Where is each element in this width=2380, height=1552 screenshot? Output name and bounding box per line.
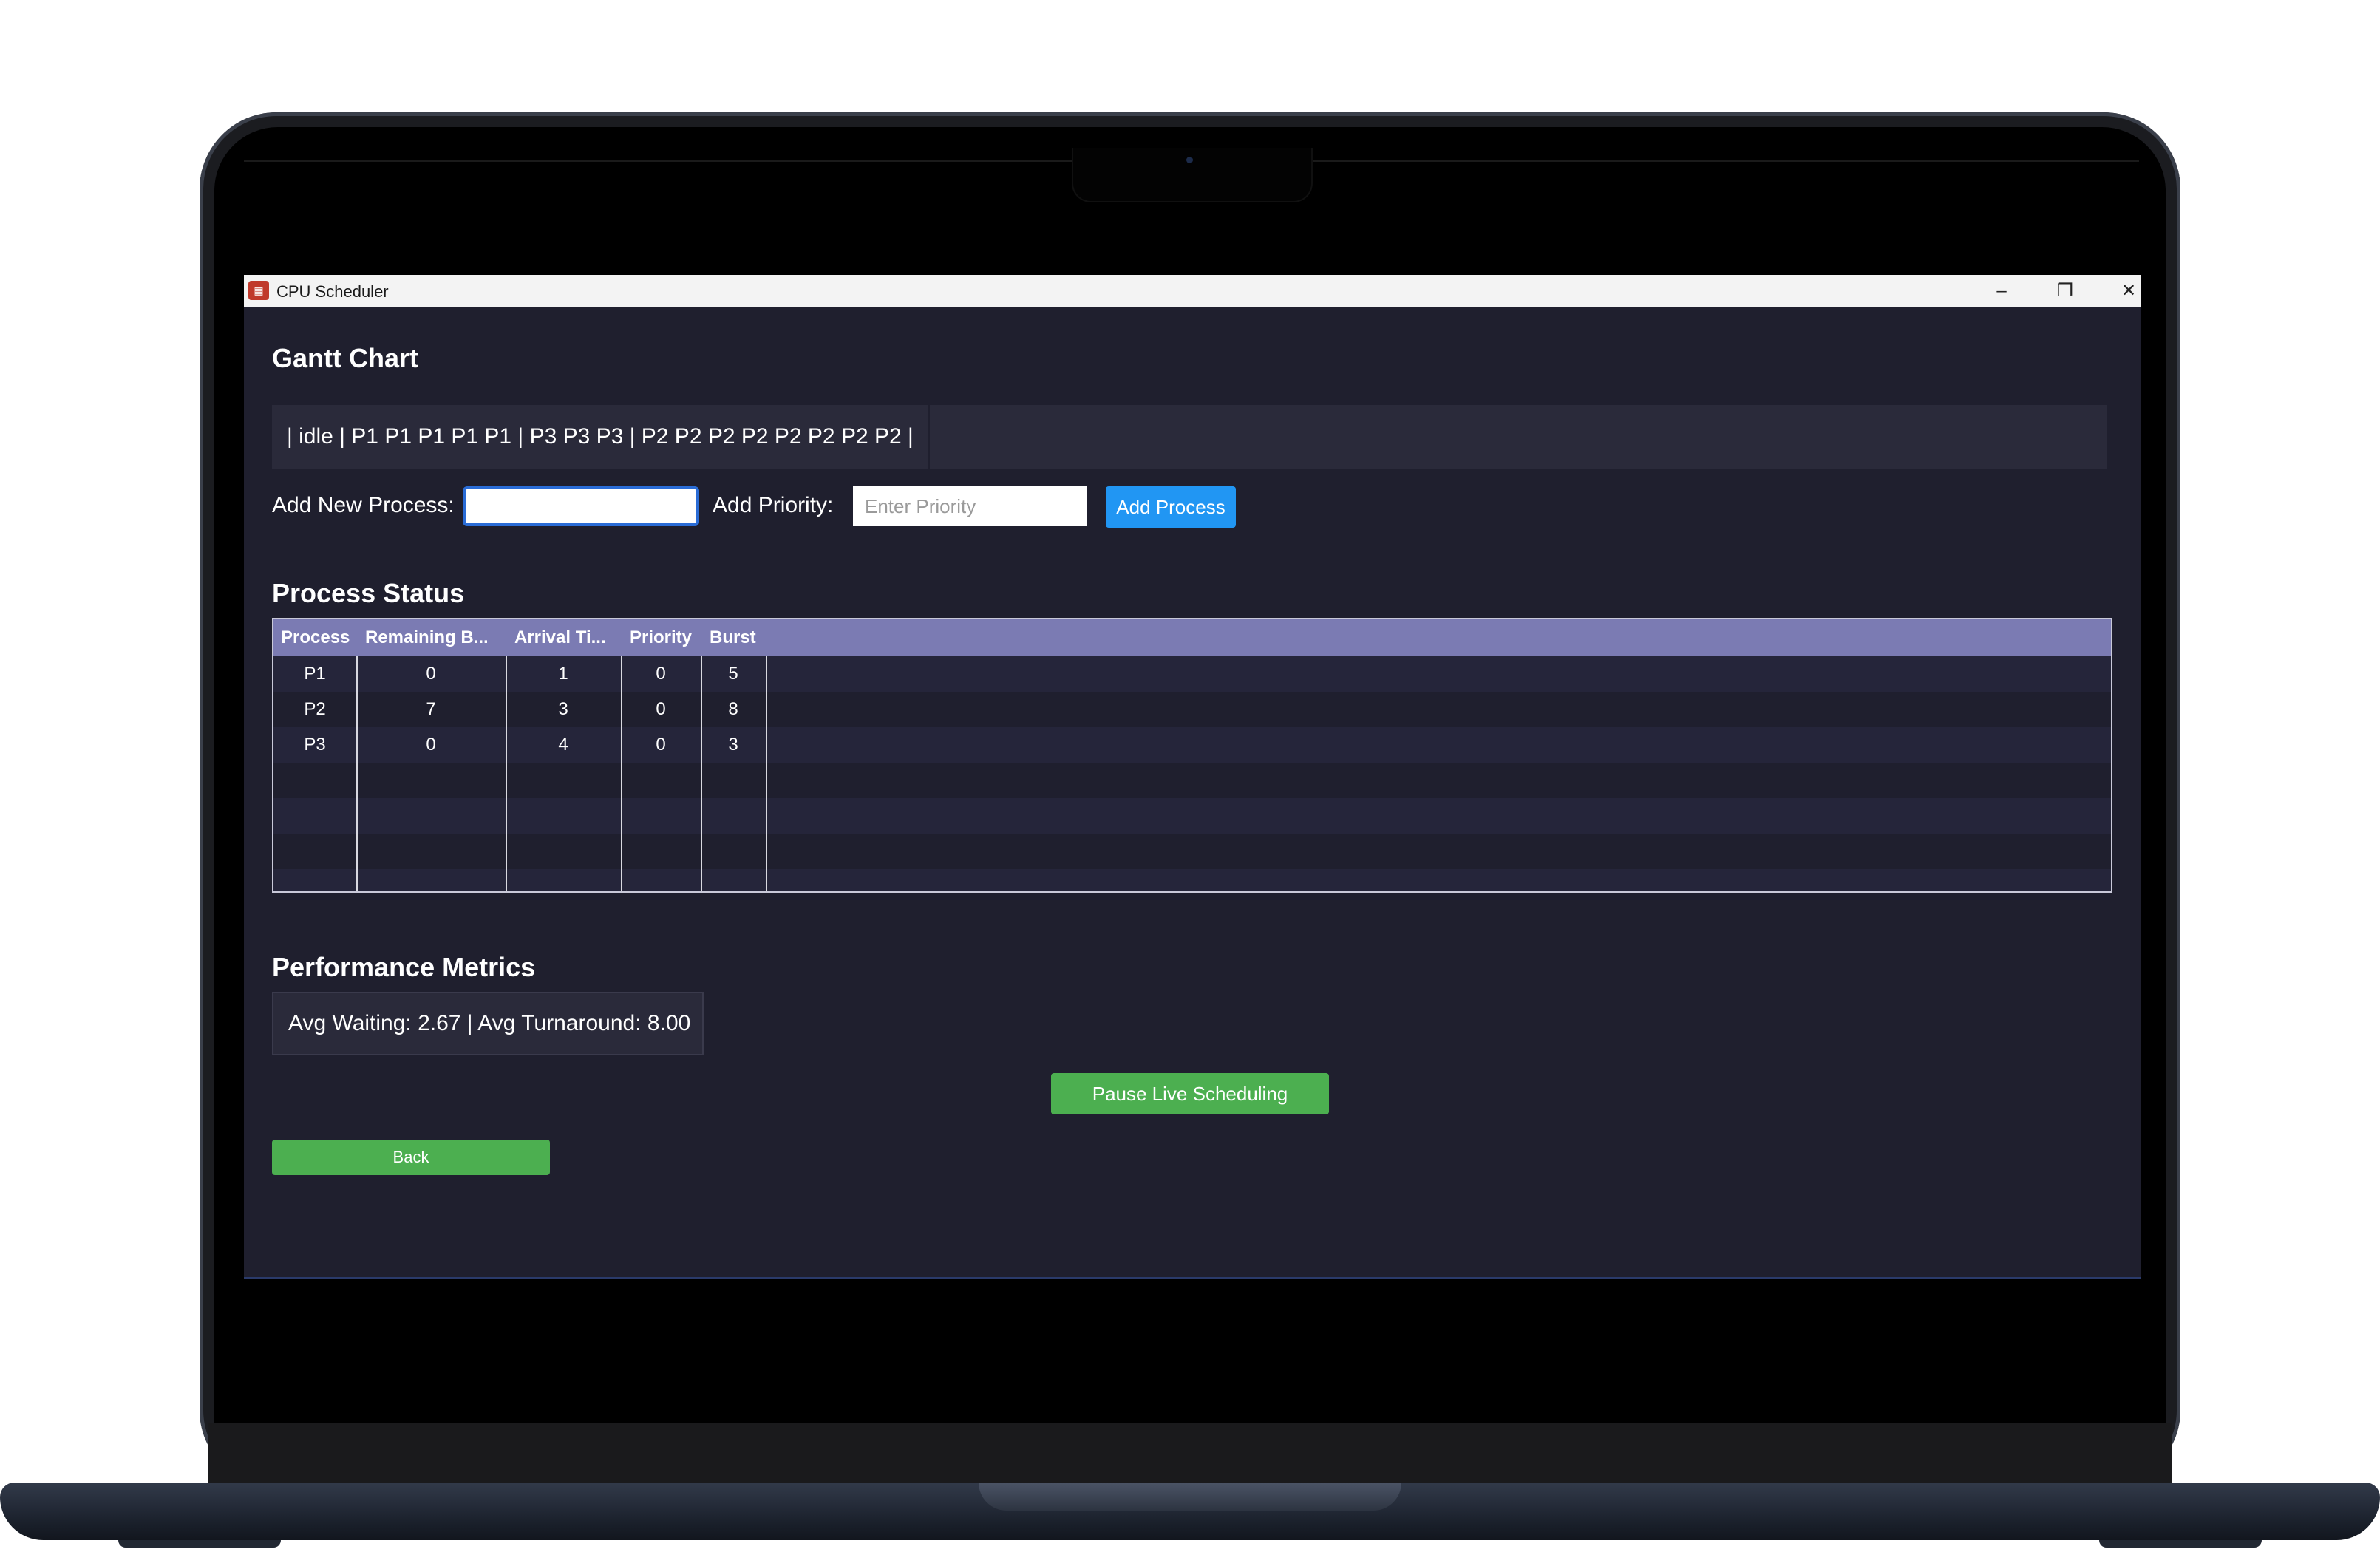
maximize-button[interactable]: ❐ — [2036, 275, 2095, 307]
cell-burst: 3 — [728, 735, 738, 755]
priority-input[interactable] — [853, 486, 1087, 526]
column-divider — [621, 656, 622, 891]
cell-arrival-time: 1 — [558, 664, 568, 684]
app-icon: ▦ — [248, 281, 269, 300]
column-header-process[interactable]: Process — [273, 619, 356, 656]
empty-row — [273, 869, 2111, 891]
window-title: CPU Scheduler — [276, 282, 389, 301]
metrics-summary: Avg Waiting: 2.67 | Avg Turnaround: 8.00 — [272, 992, 704, 1055]
column-divider — [766, 656, 767, 891]
app-window: ▦ CPU Scheduler – ❐ ✕ Gantt Chart | idle… — [244, 275, 2141, 1279]
title-bar[interactable]: ▦ CPU Scheduler – ❐ ✕ — [244, 275, 2141, 307]
gantt-sequence: | idle | P1 P1 P1 P1 P1 | P3 P3 P3 | P2 … — [272, 405, 930, 469]
cell-priority: 0 — [656, 735, 666, 755]
process-name-input[interactable] — [463, 486, 699, 526]
empty-row — [273, 834, 2111, 869]
column-header-burst[interactable]: Burst — [702, 619, 769, 656]
cell-arrival-time: 3 — [558, 699, 568, 719]
camera-icon — [1186, 157, 1193, 163]
cell-burst: 5 — [728, 664, 738, 684]
main-content: Gantt Chart | idle | P1 P1 P1 P1 P1 | P3… — [244, 307, 2141, 1277]
camera-notch — [1072, 148, 1313, 202]
table-row[interactable]: P2 7 3 0 8 — [273, 692, 2111, 727]
cell-remaining-burst: 0 — [426, 735, 436, 755]
metrics-heading: Performance Metrics — [272, 952, 536, 982]
process-status-heading: Process Status — [272, 578, 465, 608]
pause-live-scheduling-button[interactable]: Pause Live Scheduling — [1051, 1073, 1329, 1114]
cell-arrival-time: 4 — [558, 735, 568, 755]
trackpad-notch — [979, 1483, 1401, 1511]
cell-remaining-burst: 0 — [426, 664, 436, 684]
cell-process: P3 — [304, 735, 326, 755]
cell-process: P1 — [304, 664, 326, 684]
empty-row — [273, 763, 2111, 798]
column-header-remaining-burst[interactable]: Remaining B... — [358, 619, 503, 656]
cell-priority: 0 — [656, 699, 666, 719]
add-process-button[interactable]: Add Process — [1106, 486, 1236, 528]
cell-process: P2 — [304, 699, 326, 719]
gantt-panel: | idle | P1 P1 P1 P1 P1 | P3 P3 P3 | P2 … — [272, 405, 2107, 469]
minimize-button[interactable]: – — [1972, 275, 2031, 307]
column-header-priority[interactable]: Priority — [622, 619, 702, 656]
table-row[interactable]: P1 0 1 0 5 — [273, 656, 2111, 692]
add-priority-label: Add Priority: — [713, 493, 834, 517]
cell-priority: 0 — [656, 664, 666, 684]
close-button[interactable]: ✕ — [2099, 275, 2141, 307]
process-table[interactable]: Process Remaining B... Arrival Ti... Pri… — [272, 618, 2112, 893]
laptop-chin — [208, 1423, 2172, 1483]
column-divider — [701, 656, 702, 891]
column-header-arrival-time[interactable]: Arrival Ti... — [507, 619, 621, 656]
table-header: Process Remaining B... Arrival Ti... Pri… — [273, 619, 2111, 656]
empty-row — [273, 798, 2111, 834]
laptop-foot-right — [2099, 1540, 2262, 1548]
gantt-heading: Gantt Chart — [272, 343, 418, 373]
back-button[interactable]: Back — [272, 1140, 550, 1175]
add-process-label: Add New Process: — [272, 493, 455, 517]
column-divider — [506, 656, 507, 891]
laptop-foot-left — [118, 1540, 281, 1548]
column-divider — [356, 656, 358, 891]
table-row[interactable]: P3 0 4 0 3 — [273, 727, 2111, 763]
cell-burst: 8 — [728, 699, 738, 719]
cell-remaining-burst: 7 — [426, 699, 436, 719]
